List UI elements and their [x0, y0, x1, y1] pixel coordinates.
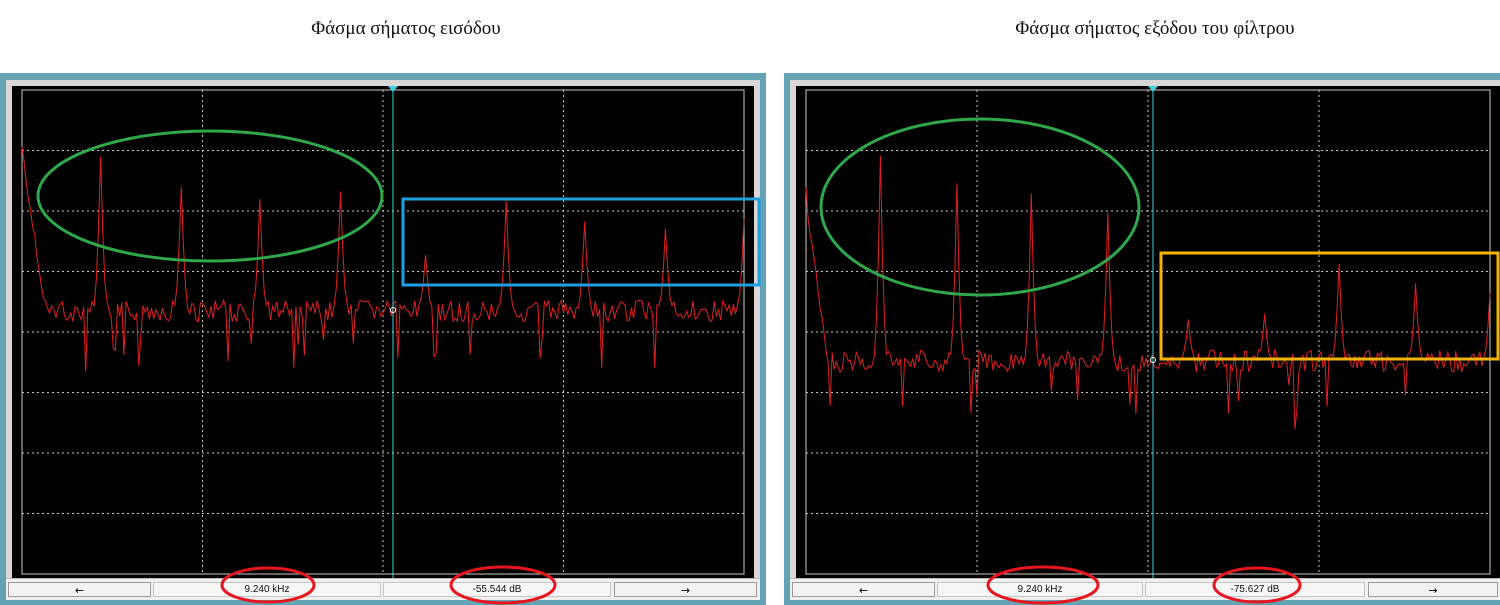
status-bar: ← 9.240 kHz -55.544 dB →	[6, 578, 760, 600]
level-readout: -55.544 dB	[383, 582, 611, 597]
spectrum-panel-input: ← 9.240 kHz -55.544 dB →	[0, 73, 766, 605]
spectrum-display[interactable]	[12, 86, 754, 578]
panel-inner: ← 9.240 kHz -75.627 dB →	[790, 80, 1500, 600]
frequency-readout: 9.240 kHz	[937, 582, 1143, 597]
right-arrow-icon: →	[1428, 584, 1438, 597]
left-arrow-button[interactable]: ←	[8, 582, 151, 597]
spectrum-display[interactable]	[796, 86, 1500, 578]
level-readout: -75.627 dB	[1145, 582, 1365, 597]
left-arrow-button[interactable]: ←	[792, 582, 935, 597]
cursor-marker-icon	[388, 86, 398, 92]
right-title: Φάσμα σήματος εξόδου του φίλτρου	[1015, 18, 1295, 39]
status-bar: ← 9.240 kHz -75.627 dB →	[790, 578, 1500, 600]
right-arrow-icon: →	[680, 584, 691, 597]
left-title: Φάσμα σήματος εισόδου	[311, 18, 501, 39]
cursor-marker-icon	[1148, 86, 1158, 92]
panel-inner: ← 9.240 kHz -55.544 dB →	[6, 80, 760, 600]
left-arrow-icon: ←	[74, 584, 85, 597]
left-arrow-icon: ←	[858, 584, 869, 597]
right-arrow-button[interactable]: →	[614, 582, 757, 597]
right-arrow-button[interactable]: →	[1368, 582, 1498, 597]
frequency-readout: 9.240 kHz	[153, 582, 381, 597]
spectrum-panel-output: ← 9.240 kHz -75.627 dB →	[784, 73, 1500, 605]
